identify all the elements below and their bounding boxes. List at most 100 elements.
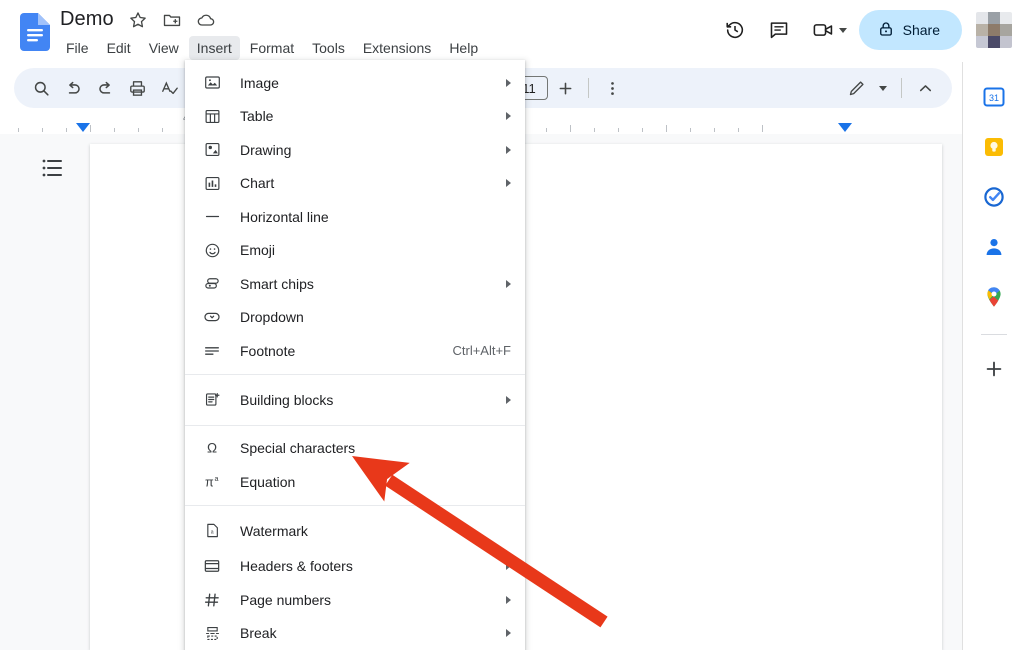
menu-item-label: Chart xyxy=(240,173,274,193)
menu-item-smart-chips[interactable]: Smart chips xyxy=(185,267,525,301)
menu-item-watermark[interactable]: a Watermark xyxy=(185,512,525,550)
menu-item-building-blocks[interactable]: Building blocks xyxy=(185,381,525,419)
menu-item-label: Dropdown xyxy=(240,307,304,327)
menu-separator xyxy=(185,374,525,375)
menu-item-label: Drawing xyxy=(240,140,291,160)
share-label: Share xyxy=(903,22,940,38)
meet-icon[interactable] xyxy=(803,10,843,50)
menu-separator xyxy=(185,505,525,506)
ruler-tick xyxy=(642,128,643,132)
menu-item-headers-footers[interactable]: Headers & footers xyxy=(185,550,525,584)
print-icon[interactable] xyxy=(122,73,152,103)
menu-format[interactable]: Format xyxy=(242,36,302,60)
avatar[interactable] xyxy=(976,12,1012,48)
menu-extensions[interactable]: Extensions xyxy=(355,36,439,60)
menu-item-special-characters[interactable]: Ω Special characters xyxy=(185,432,525,466)
cloud-saved-icon[interactable] xyxy=(196,10,216,30)
ruler-tick xyxy=(42,128,43,132)
document-outline-icon[interactable] xyxy=(42,158,68,180)
menu-item-label: Building blocks xyxy=(240,390,333,410)
submenu-arrow-icon xyxy=(506,396,511,404)
omega-icon: Ω xyxy=(201,438,223,458)
share-button[interactable]: Share xyxy=(859,10,962,50)
menu-item-drawing[interactable]: Drawing xyxy=(185,133,525,167)
dropdown-icon xyxy=(201,307,223,327)
google-tasks-icon[interactable] xyxy=(979,182,1009,212)
menu-item-break[interactable]: Break xyxy=(185,617,525,650)
ruler-tick xyxy=(66,128,67,132)
menu-item-label: Table xyxy=(240,106,273,126)
submenu-arrow-icon xyxy=(506,179,511,187)
chevron-down-icon[interactable] xyxy=(839,28,847,33)
chevron-down-icon[interactable] xyxy=(879,86,887,91)
menu-file[interactable]: File xyxy=(58,36,97,60)
submenu-arrow-icon xyxy=(506,79,511,87)
headers-footers-icon xyxy=(201,556,223,576)
menu-item-page-numbers[interactable]: Page numbers xyxy=(185,583,525,617)
menu-item-emoji[interactable]: Emoji xyxy=(185,234,525,268)
move-folder-icon[interactable] xyxy=(162,10,182,30)
google-contacts-icon[interactable] xyxy=(979,232,1009,262)
google-maps-icon[interactable] xyxy=(979,282,1009,312)
spellcheck-icon[interactable] xyxy=(154,73,184,103)
menu-item-horizontal-line[interactable]: Horizontal line xyxy=(185,200,525,234)
menu-item-label: Watermark xyxy=(240,521,308,541)
meet-button[interactable] xyxy=(803,10,849,50)
editing-mode-caret[interactable] xyxy=(873,73,893,103)
break-icon xyxy=(201,623,223,643)
document-title-row: Demo xyxy=(60,8,216,31)
increase-font-size-button[interactable] xyxy=(550,73,580,103)
menu-edit[interactable]: Edit xyxy=(99,36,139,60)
menu-item-label: Emoji xyxy=(240,240,275,260)
search-icon[interactable] xyxy=(26,73,56,103)
ruler-tick xyxy=(690,128,691,132)
star-icon[interactable] xyxy=(128,10,148,30)
right-indent-marker[interactable] xyxy=(838,123,852,132)
menu-item-image[interactable]: Image xyxy=(185,66,525,100)
menu-item-footnote[interactable]: Footnote Ctrl+Alt+F xyxy=(185,334,525,368)
svg-text:a: a xyxy=(210,529,213,535)
menu-item-label: Break xyxy=(240,623,277,643)
menu-item-chart[interactable]: Chart xyxy=(185,167,525,201)
google-docs-logo-icon xyxy=(20,13,50,51)
menu-item-shortcut: Ctrl+Alt+F xyxy=(452,343,511,358)
menu-item-dropdown[interactable]: Dropdown xyxy=(185,301,525,335)
insert-menu-dropdown: Image Table Drawing xyxy=(185,60,525,650)
menu-item-label: Image xyxy=(240,73,279,93)
page-title[interactable]: Demo xyxy=(60,8,114,31)
menu-insert[interactable]: Insert xyxy=(189,36,240,60)
menu-item-label: Page numbers xyxy=(240,590,331,610)
equation-icon: π a xyxy=(201,472,223,492)
ruler-tick xyxy=(18,128,19,132)
comment-icon[interactable] xyxy=(759,10,799,50)
version-history-icon[interactable] xyxy=(715,10,755,50)
ruler-tick xyxy=(546,128,547,132)
menu-item-label: Equation xyxy=(240,472,295,492)
editing-mode-icon[interactable] xyxy=(841,73,871,103)
smart-chips-icon xyxy=(201,274,223,294)
hide-menus-icon[interactable] xyxy=(910,73,940,103)
app-header: Demo File Edit View Insert Format Tools … xyxy=(0,0,1024,62)
ruler-tick xyxy=(666,125,667,132)
ruler-tick xyxy=(738,128,739,132)
menu-item-equation[interactable]: π a Equation xyxy=(185,465,525,499)
ruler-tick xyxy=(114,128,115,132)
redo-icon[interactable] xyxy=(90,73,120,103)
chart-icon xyxy=(201,173,223,193)
undo-icon[interactable] xyxy=(58,73,88,103)
menu-view[interactable]: View xyxy=(141,36,187,60)
svg-text:π: π xyxy=(205,475,214,489)
add-ons-plus-icon[interactable] xyxy=(979,354,1009,384)
menu-help[interactable]: Help xyxy=(441,36,486,60)
submenu-arrow-icon xyxy=(506,596,511,604)
watermark-icon: a xyxy=(201,521,223,541)
menu-item-table[interactable]: Table xyxy=(185,100,525,134)
google-keep-icon[interactable] xyxy=(979,132,1009,162)
more-options-icon[interactable] xyxy=(597,73,627,103)
ruler-tick xyxy=(90,125,91,132)
left-indent-marker[interactable] xyxy=(76,123,90,132)
footnote-icon xyxy=(201,341,223,361)
google-calendar-icon[interactable]: 31 xyxy=(979,82,1009,112)
building-blocks-icon xyxy=(201,390,223,410)
menu-tools[interactable]: Tools xyxy=(304,36,353,60)
